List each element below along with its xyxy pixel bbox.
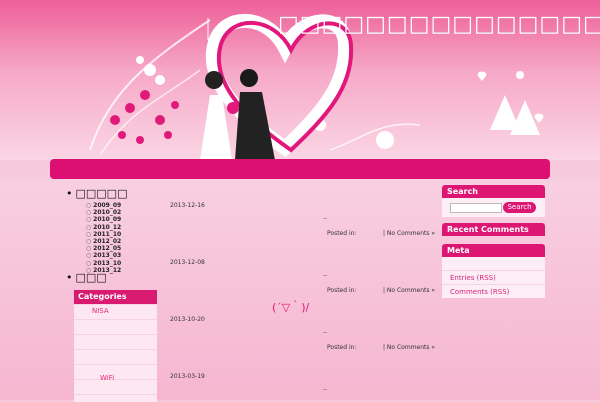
search-button[interactable]: Search <box>503 202 536 213</box>
categories-widget: Categories NISA WiFi <box>74 290 157 402</box>
post-date: 2013-03-19 <box>170 373 205 380</box>
archive-link[interactable]: 2012_05 <box>86 245 166 252</box>
archive-link[interactable]: 2013_10 <box>86 260 166 267</box>
archive-link[interactable]: 2009_09 <box>86 202 166 209</box>
archives-heading: □□□□□ <box>66 188 166 200</box>
search-title: Search <box>442 185 545 198</box>
post-date: 2013-10-20 <box>170 316 205 323</box>
recent-comments-widget: Recent Comments <box>442 223 545 239</box>
post-title-link[interactable]: -- <box>323 329 327 336</box>
flower-branch-icon <box>110 90 179 144</box>
post-date: 2013-12-16 <box>170 202 205 209</box>
post-category-label: Posted in: <box>327 344 357 351</box>
post-category-label: Posted in: <box>327 230 357 237</box>
archive-link[interactable]: 2012_02 <box>86 238 166 245</box>
post-emoticon: (´▽｀)/ <box>272 301 310 314</box>
post-comments-link[interactable]: | No Comments » <box>383 287 435 294</box>
site-title[interactable]: □□□□□□□□□□□□□□□□□□ <box>278 12 600 37</box>
post-date: 2013-12-08 <box>170 259 205 266</box>
nav-bar <box>50 159 550 179</box>
entries-rss-link[interactable]: Entries (RSS) <box>450 274 496 282</box>
post-title-link[interactable]: -- <box>323 272 327 279</box>
post-category-label: Posted in: <box>327 287 357 294</box>
heart-icon <box>205 13 353 157</box>
sidebar-second-heading: □□□ <box>66 272 107 284</box>
archive-link[interactable]: 2013_03 <box>86 252 166 259</box>
archive-link[interactable]: 2010_02 <box>86 209 166 216</box>
archive-link[interactable]: 2010_12 <box>86 224 166 231</box>
archive-link[interactable]: 2011_10 <box>86 231 166 238</box>
post-comments-link[interactable]: | No Comments » <box>383 230 435 237</box>
archive-link[interactable]: 2010_09 <box>86 216 166 223</box>
site-header: □□□□□□□□□□□□□□□□□□ <box>0 0 600 160</box>
post-title-link[interactable]: -- <box>323 386 327 393</box>
post-title-link[interactable]: -- <box>323 215 327 222</box>
categories-title: Categories <box>74 290 157 304</box>
category-link-wifi[interactable]: WiFi <box>100 374 114 382</box>
left-sidebar: □□□□□ 2009_09 2010_02 2010_09 2010_12 20… <box>66 188 166 274</box>
wedding-bells-icon <box>490 71 540 135</box>
recent-comments-title: Recent Comments <box>442 223 545 236</box>
archives-list: 2009_09 2010_02 2010_09 2010_12 2011_10 … <box>86 202 166 274</box>
post-comments-link[interactable]: | No Comments » <box>383 344 435 351</box>
comments-rss-link[interactable]: Comments (RSS) <box>450 288 509 296</box>
search-widget: Search Search <box>442 185 545 217</box>
meta-widget: Meta Entries (RSS) Comments (RSS) <box>442 244 545 298</box>
search-input[interactable] <box>450 203 502 213</box>
meta-title: Meta <box>442 244 545 257</box>
category-link-nisa[interactable]: NISA <box>92 307 109 315</box>
